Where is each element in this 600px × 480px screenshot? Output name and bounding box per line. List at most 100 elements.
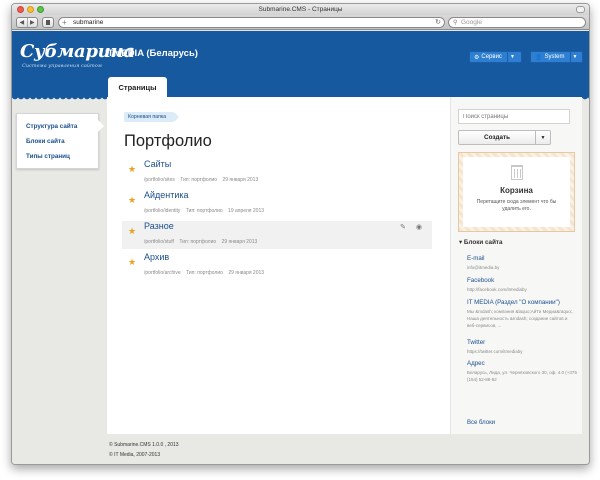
add-bookmark-icon[interactable]: + [62, 18, 67, 27]
trash-icon [510, 165, 523, 180]
page-type: Тип: портфолио [185, 208, 223, 214]
page-meta: /portfolio/identity Тип: портфолио 19 ап… [144, 208, 264, 214]
star-icon: ★ [128, 164, 137, 174]
user-button-label: System [544, 54, 565, 60]
browser-window: Submarine.CMS - Страницы ◀ ▶ + submarine… [11, 3, 590, 465]
list-item[interactable]: ★ Архив /portfolio/archive Тип: портфоли… [122, 252, 432, 280]
footer-copyright-company: © IT Media, 2007-2013 [109, 452, 161, 458]
service-button-label-wrap: ⚙ Сервис [470, 52, 507, 62]
blocks-heading-label: Блоки сайта [463, 239, 503, 246]
footer-copyright-cms: © Submarine.CMS 1.0.0 , 2013 [109, 442, 179, 448]
browser-search-field[interactable]: ⚲ Google [448, 17, 586, 28]
block-link[interactable]: Facebook [467, 277, 577, 284]
footer: © Submarine.CMS 1.0.0 , 2013 © IT Media,… [109, 440, 179, 460]
block-link[interactable]: E-mail [467, 255, 577, 262]
list-item[interactable]: ★ Сайты /portfolio/sites Тип: портфолио … [122, 159, 432, 187]
sidebar-item-page-types[interactable]: Типы страниц [26, 153, 70, 160]
page-date: 19 апреля 2013 [228, 208, 265, 214]
toolbar-toggle-icon[interactable] [576, 6, 585, 13]
search-icon: ⚲ [453, 20, 458, 26]
view-eye-icon[interactable]: ◉ [416, 223, 422, 231]
page-date: 29 января 2013 [222, 177, 259, 183]
user-icon: 👤 [535, 54, 543, 61]
trash-inner: Корзина Перетащите сюда элемент что бы у… [463, 157, 570, 227]
trash-dropzone[interactable]: Корзина Перетащите сюда элемент что бы у… [458, 152, 575, 232]
gear-icon: ⚙ [474, 54, 480, 61]
page-path: /portfolio/identity [144, 208, 181, 214]
sidebar-item-site-blocks[interactable]: Блоки сайта [26, 138, 65, 145]
star-icon: ★ [128, 226, 137, 236]
list-item[interactable]: ★ Разное ✎ ◉ /portfolio/stuff Тип: портф… [122, 221, 432, 249]
cms-page: Субмарина Система управления сайтом ITME… [12, 31, 589, 464]
all-blocks-link[interactable]: Все блоки [467, 420, 495, 426]
page-search-input[interactable] [458, 109, 570, 124]
chevron-down-icon[interactable]: ▼ [535, 131, 550, 144]
forward-arrow-icon[interactable]: ▶ [26, 18, 38, 27]
page-link[interactable]: Разное [144, 221, 174, 231]
page-path: /portfolio/sites [144, 177, 175, 183]
block-desc: info@itmedia.by [467, 265, 500, 270]
page-date: 29 января 2013 [221, 239, 258, 245]
block-item: IT MEDIA (Раздел "О компании") Мы &mdash… [467, 299, 577, 329]
sidebar-menu: Структура сайта Блоки сайта Типы страниц [16, 113, 104, 169]
page-title: Портфолио [124, 132, 212, 150]
chevron-down-icon[interactable]: ▼ [506, 52, 517, 62]
site-name: ITMEDIA (Беларусь) [105, 48, 198, 59]
block-link[interactable]: IT MEDIA (Раздел "О компании") [467, 299, 577, 306]
user-menu-button[interactable]: 👤 System ▼ [530, 51, 583, 63]
main-content: Корневая папка Портфолио ★ Сайты /portfo… [107, 97, 582, 434]
page-link[interactable]: Архив [144, 252, 169, 262]
logo-tagline: Система управления сайтом [22, 63, 102, 69]
cms-header: Субмарина Система управления сайтом ITME… [12, 31, 589, 100]
browser-search-placeholder[interactable]: Google [461, 18, 482, 28]
block-desc: https://twitter.com/itmediaby [467, 349, 523, 354]
breadcrumb[interactable]: Корневая папка [124, 112, 180, 122]
create-page-button[interactable]: Создать [459, 131, 535, 144]
service-menu-button[interactable]: ⚙ Сервис ▼ [469, 51, 522, 63]
page-path: /portfolio/stuff [144, 239, 174, 245]
page-link[interactable]: Айдентика [144, 190, 189, 200]
block-item: Twitter https://twitter.com/itmediaby [467, 339, 577, 355]
page-path: /portfolio/archive [144, 270, 181, 276]
browser-toolbar: ◀ ▶ + submarine ↻ ⚲ Google [12, 15, 589, 30]
reload-icon[interactable]: ↻ [435, 18, 441, 28]
window-title: Submarine.CMS - Страницы [258, 6, 343, 13]
user-button-label-wrap: 👤 System [531, 52, 570, 62]
service-button-label: Сервис [481, 54, 502, 60]
edit-pencil-icon[interactable]: ✎ [400, 223, 406, 231]
star-icon: ★ [128, 257, 137, 267]
page-type: Тип: портфолио [179, 239, 217, 245]
window-titlebar: Submarine.CMS - Страницы [12, 4, 589, 15]
nav-buttons: ◀ ▶ [16, 17, 38, 28]
block-desc: Мы &mdash; компания &laquo;АйТи Медиа&ra… [467, 309, 574, 328]
page-type: Тип: портфолио [186, 270, 223, 276]
trash-hint: Перетащите сюда элемент что бы удалить е… [476, 199, 557, 212]
list-item[interactable]: ★ Айдентика /portfolio/identity Тип: пор… [122, 190, 432, 218]
back-arrow-icon[interactable]: ◀ [17, 18, 27, 27]
page-meta: /portfolio/sites Тип: портфолио 29 январ… [144, 177, 258, 183]
block-desc: Беларусь, Лида, ул. Черняховского 30, оф… [467, 370, 577, 382]
url-text[interactable]: submarine [73, 18, 103, 28]
block-link[interactable]: Адрес [467, 360, 577, 367]
chevron-down-icon[interactable]: ▼ [569, 52, 580, 62]
page-meta: /portfolio/archive Тип: портфолио 29 янв… [144, 270, 264, 276]
right-panel: Создать ▼ Корзина Перетащите сюда элемен… [450, 97, 582, 434]
page-meta: /portfolio/stuff Тип: портфолио 29 январ… [144, 239, 257, 245]
tab-pages[interactable]: Страницы [108, 77, 167, 97]
bookmarks-icon[interactable] [42, 17, 54, 28]
block-link[interactable]: Twitter [467, 339, 577, 346]
block-item: E-mail info@itmedia.by [467, 255, 577, 271]
block-item: Facebook http://facebook.com/itmediaby [467, 277, 577, 293]
block-item: Адрес Беларусь, Лида, ул. Черняховского … [467, 360, 577, 383]
sidebar-item-site-structure[interactable]: Структура сайта [26, 123, 77, 130]
page-type: Тип: портфолио [180, 177, 218, 183]
address-bar[interactable]: + submarine ↻ [58, 17, 445, 28]
create-button-group: Создать ▼ [458, 130, 551, 145]
blocks-heading[interactable]: ▾ Блоки сайта [459, 239, 503, 246]
star-icon: ★ [128, 195, 137, 205]
block-desc: http://facebook.com/itmediaby [467, 287, 527, 292]
chevron-down-icon: ▾ [459, 239, 463, 246]
page-date: 29 января 2013 [228, 270, 265, 276]
page-link[interactable]: Сайты [144, 159, 171, 169]
trash-title: Корзина [500, 186, 533, 195]
